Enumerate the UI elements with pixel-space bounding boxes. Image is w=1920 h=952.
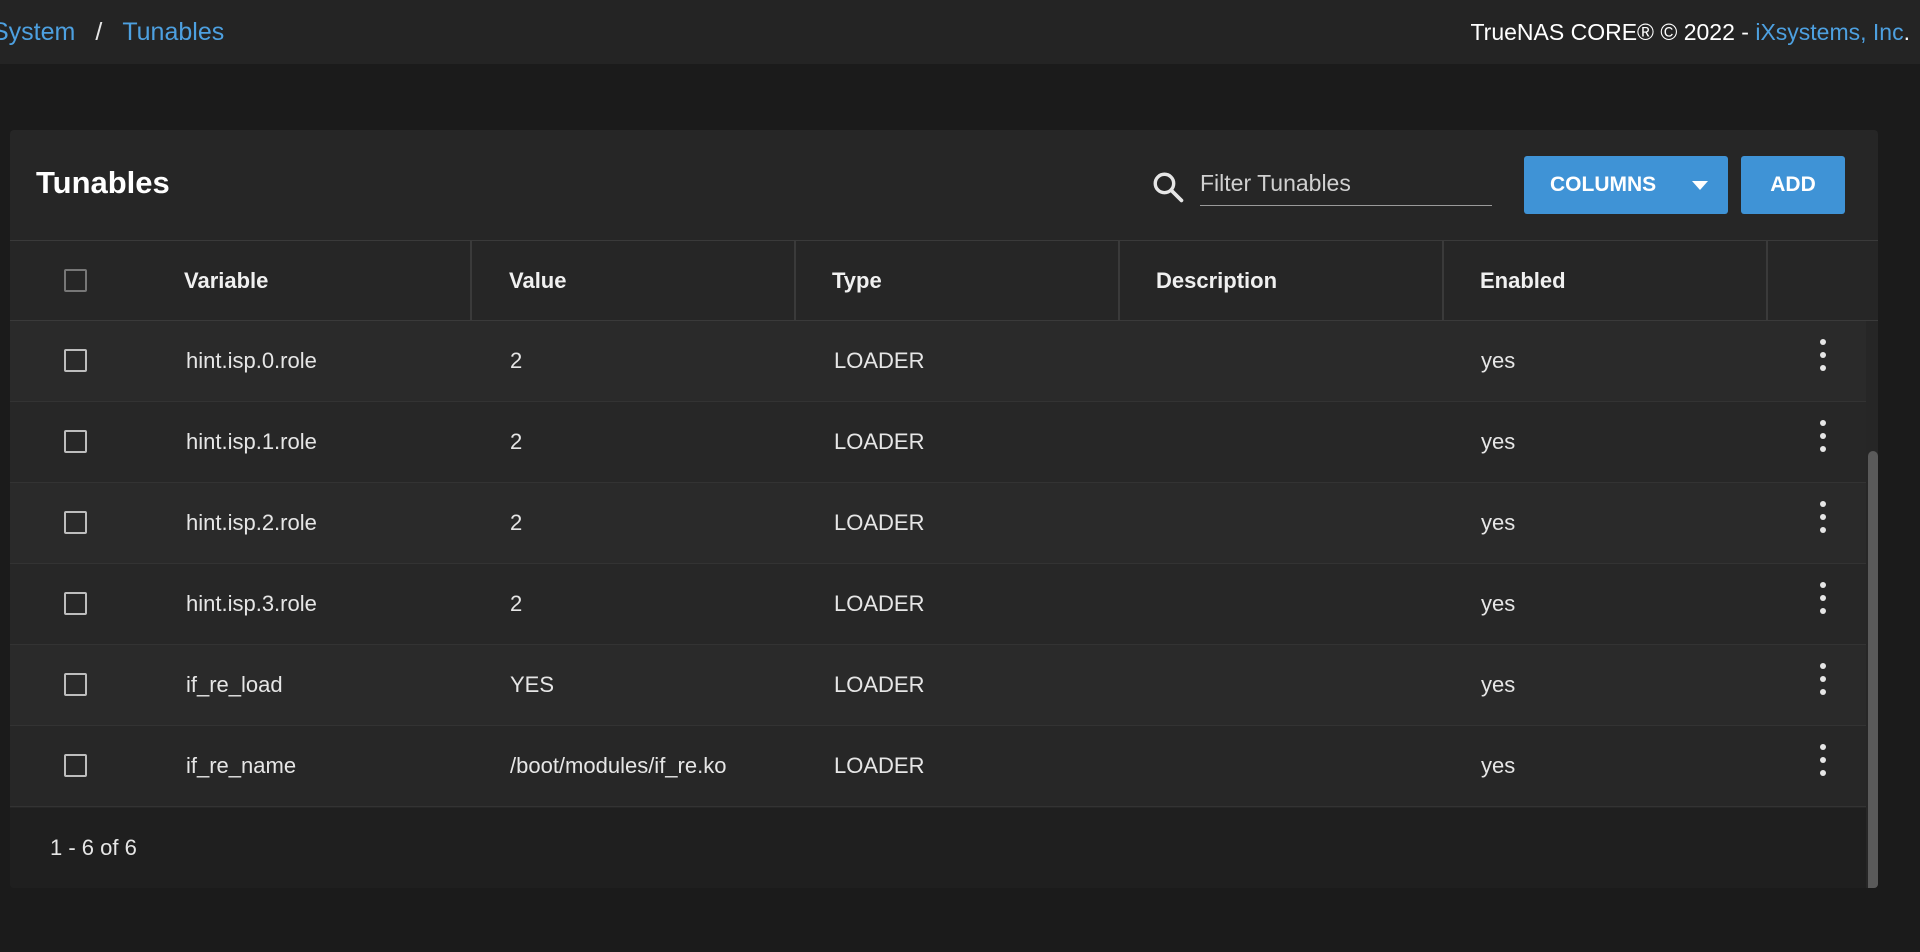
row-checkbox[interactable] xyxy=(64,754,87,777)
columns-button-label: COLUMNS xyxy=(1550,173,1657,196)
more-vert-icon[interactable] xyxy=(1818,582,1828,614)
copyright-suffix: . xyxy=(1903,18,1910,45)
cell-type: LOADER xyxy=(834,510,925,535)
table-row[interactable]: hint.isp.2.role 2 LOADER yes xyxy=(10,483,1866,564)
cell-type: LOADER xyxy=(834,591,925,616)
table-body: hint.isp.0.role 2 LOADER yes hint.isp.1.… xyxy=(10,321,1866,808)
cell-value: /boot/modules/if_re.ko xyxy=(510,753,727,778)
row-checkbox[interactable] xyxy=(64,511,87,534)
column-header-enabled[interactable]: Enabled xyxy=(1480,241,1566,320)
table-row[interactable]: hint.isp.1.role 2 LOADER yes xyxy=(10,402,1866,483)
more-vert-icon[interactable] xyxy=(1818,339,1828,371)
more-vert-icon[interactable] xyxy=(1818,501,1828,533)
cell-enabled: yes xyxy=(1481,348,1516,373)
cell-enabled: yes xyxy=(1481,429,1516,454)
column-header-description[interactable]: Description xyxy=(1156,241,1277,320)
column-resize-handle[interactable] xyxy=(1442,241,1444,320)
cell-enabled: yes xyxy=(1481,510,1516,535)
cell-value: 2 xyxy=(510,510,523,535)
table-row[interactable]: if_re_load YES LOADER yes xyxy=(10,645,1866,726)
column-header-type[interactable]: Type xyxy=(832,241,882,320)
column-header-value[interactable]: Value xyxy=(509,241,566,320)
cell-variable: hint.isp.0.role xyxy=(186,348,317,373)
cell-variable: hint.isp.2.role xyxy=(186,510,317,535)
cell-enabled: yes xyxy=(1481,753,1516,778)
column-resize-handle[interactable] xyxy=(1118,241,1120,320)
row-checkbox[interactable] xyxy=(64,349,87,372)
cell-value: 2 xyxy=(510,429,523,454)
table-row[interactable]: hint.isp.0.role 2 LOADER yes xyxy=(10,321,1866,402)
paginator-range: 1 - 6 of 6 xyxy=(50,835,137,860)
tunables-card: Tunables COLUMNS ADD Variable Value Type… xyxy=(10,130,1878,888)
more-vert-icon[interactable] xyxy=(1818,420,1828,452)
breadcrumb: System / Tunables xyxy=(0,0,224,64)
row-checkbox[interactable] xyxy=(64,430,87,453)
select-all-checkbox[interactable] xyxy=(64,269,87,292)
cell-value: 2 xyxy=(510,348,523,373)
columns-button[interactable]: COLUMNS xyxy=(1524,156,1728,214)
caret-down-icon xyxy=(1692,181,1708,190)
cell-variable: if_re_name xyxy=(186,753,297,778)
search-icon xyxy=(1153,172,1184,203)
column-header-variable[interactable]: Variable xyxy=(184,241,268,320)
cell-variable: hint.isp.3.role xyxy=(186,591,317,616)
row-checkbox[interactable] xyxy=(64,592,87,615)
add-button[interactable]: ADD xyxy=(1741,156,1845,214)
breadcrumb-system-link[interactable]: System xyxy=(0,18,75,47)
table-row[interactable]: if_re_name /boot/modules/if_re.ko LOADER… xyxy=(10,726,1866,807)
cell-enabled: yes xyxy=(1481,591,1516,616)
table-footer: 1 - 6 of 6 xyxy=(10,808,1866,888)
copyright: TrueNAS CORE® © 2022 - iXsystems, Inc . xyxy=(1470,0,1910,64)
cell-value: YES xyxy=(510,672,555,697)
page-title: Tunables xyxy=(36,165,170,200)
card-header: Tunables COLUMNS ADD xyxy=(10,130,1878,241)
table-scrollbar[interactable] xyxy=(1866,321,1878,888)
cell-type: LOADER xyxy=(834,429,925,454)
more-vert-icon[interactable] xyxy=(1818,663,1828,695)
ixsystems-link[interactable]: iXsystems, Inc xyxy=(1755,19,1903,46)
cell-variable: if_re_load xyxy=(186,672,283,697)
column-resize-handle[interactable] xyxy=(794,241,796,320)
more-vert-icon[interactable] xyxy=(1818,744,1828,776)
cell-value: 2 xyxy=(510,591,523,616)
breadcrumb-tunables-link[interactable]: Tunables xyxy=(122,18,224,47)
table-header: Variable Value Type Description Enabled xyxy=(10,241,1878,321)
column-resize-handle[interactable] xyxy=(470,241,472,320)
cell-variable: hint.isp.1.role xyxy=(186,429,317,454)
table-row[interactable]: hint.isp.3.role 2 LOADER yes xyxy=(10,564,1866,645)
row-checkbox[interactable] xyxy=(64,673,87,696)
copyright-text: TrueNAS CORE® © 2022 - xyxy=(1470,18,1756,45)
cell-type: LOADER xyxy=(834,753,925,778)
cell-enabled: yes xyxy=(1481,672,1516,697)
top-bar: System / Tunables TrueNAS CORE® © 2022 -… xyxy=(0,0,1920,64)
cell-type: LOADER xyxy=(834,348,925,373)
filter-tunables-input[interactable] xyxy=(1200,162,1492,206)
column-resize-handle[interactable] xyxy=(1766,241,1768,320)
cell-type: LOADER xyxy=(834,672,925,697)
scrollbar-thumb[interactable] xyxy=(1868,451,1878,888)
breadcrumb-separator: / xyxy=(95,17,103,46)
